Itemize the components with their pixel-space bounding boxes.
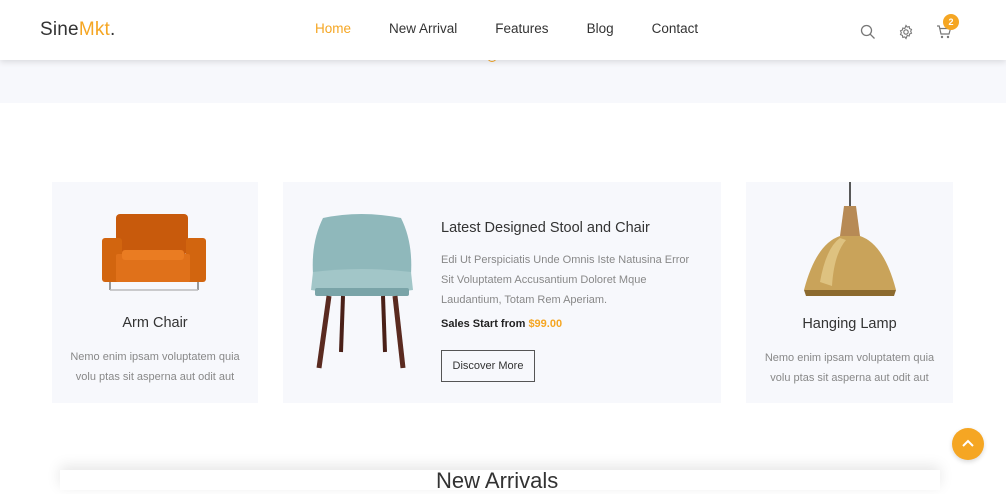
scroll-to-top-button[interactable]	[952, 428, 984, 460]
featured-product-card: Latest Designed Stool and Chair Edi Ut P…	[283, 182, 721, 403]
new-arrivals-heading: New Arrivals	[436, 468, 559, 493]
arm-chair-image	[102, 214, 206, 291]
featured-sale-text: Sales Start from $99.00	[441, 318, 562, 330]
teal-chair-image	[311, 214, 413, 369]
arm-chair-title[interactable]: Arm Chair	[52, 315, 258, 331]
sale-label: Sales Start from	[441, 318, 526, 330]
discover-more-button[interactable]: Discover More	[441, 350, 535, 382]
hanging-lamp-title[interactable]: Hanging Lamp	[746, 316, 953, 332]
site-header: SineMkt. Home New Arrival Features Blog …	[0, 0, 1006, 60]
logo-prefix: Sine	[40, 19, 79, 40]
cart-icon[interactable]: 2	[936, 14, 959, 42]
search-icon[interactable]	[860, 24, 878, 42]
product-card-arm-chair[interactable]: Arm Chair Nemo enim ipsam voluptatem qui…	[52, 182, 258, 403]
featured-description: Edi Ut Perspiciatis Unde Omnis Iste Natu…	[441, 254, 690, 306]
product-card-hanging-lamp[interactable]: Hanging Lamp Nemo enim ipsam voluptatem …	[746, 182, 953, 403]
header-actions: 2	[860, 14, 974, 42]
logo-accent: Mkt	[78, 19, 111, 40]
featured-title: Latest Designed Stool and Chair	[441, 220, 650, 236]
nav-item-features[interactable]: Features	[495, 21, 548, 36]
nav-item-new-arrival[interactable]: New Arrival	[389, 21, 457, 36]
hanging-lamp-description: Nemo enim ipsam voluptatem quia volu pta…	[764, 352, 935, 384]
nav-item-home[interactable]: Home	[315, 21, 351, 36]
chevron-up-icon	[962, 439, 974, 447]
nav-item-contact[interactable]: Contact	[652, 21, 699, 36]
hero-slider-strip	[0, 52, 1006, 103]
gear-icon[interactable]	[898, 24, 916, 42]
hanging-lamp-image	[804, 182, 896, 296]
logo-suffix: .	[110, 19, 116, 40]
main-nav: Home New Arrival Features Blog Contact	[296, 21, 717, 36]
cart-count-badge: 2	[943, 14, 959, 30]
arm-chair-description: Nemo enim ipsam voluptatem quia volu pta…	[70, 351, 240, 383]
sale-price: $99.00	[528, 318, 563, 330]
nav-item-blog[interactable]: Blog	[587, 21, 614, 36]
site-logo[interactable]: SineMkt.	[40, 19, 116, 41]
